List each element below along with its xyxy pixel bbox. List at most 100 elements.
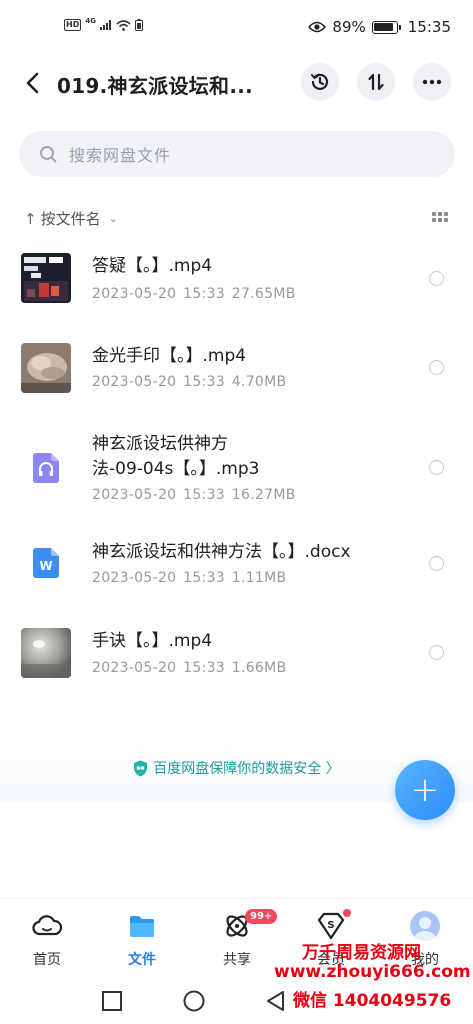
back-icon[interactable]	[265, 990, 287, 1012]
recent-apps-icon[interactable]	[101, 990, 123, 1012]
file-date: 2023-05-20	[92, 286, 177, 302]
file-row[interactable]: 手诀【。】.mp4 2023-05-20 15:33 1.66MB	[0, 625, 473, 685]
file-meta: 2023-05-20 15:33 1.66MB	[92, 660, 286, 676]
file-size: 27.65MB	[231, 286, 296, 302]
hd-indicator: HD	[64, 19, 82, 31]
security-note-text: 百度网盘保障你的数据安全 〉	[153, 761, 340, 777]
file-row[interactable]: W 神玄派设坛和供神方法【。】.docx 2023-05-20 15:33 1.…	[0, 538, 473, 598]
page-title: 019.神玄派设坛和...	[57, 74, 254, 98]
search-placeholder: 搜索网盘文件	[69, 146, 172, 165]
shield-icon	[134, 760, 148, 776]
watermark-line3: 微信 1404049576	[293, 991, 452, 1011]
home-icon[interactable]	[183, 990, 205, 1012]
tab-label: 首页	[33, 952, 61, 968]
file-date: 2023-05-20	[92, 374, 177, 390]
status-left: HD 4G	[64, 17, 143, 31]
network-label: 4G	[85, 17, 96, 25]
file-name: 金光手印【。】.mp4	[92, 346, 247, 366]
signal-icon	[99, 20, 111, 30]
file-name-line1: 神玄派设坛供神方	[92, 434, 228, 454]
avatar-icon	[410, 911, 440, 941]
history-icon	[311, 73, 329, 90]
select-radio[interactable]	[429, 556, 444, 571]
battery-icon	[371, 20, 401, 34]
history-button[interactable]	[301, 63, 339, 101]
grid-view-icon[interactable]	[432, 212, 448, 224]
more-icon	[422, 79, 442, 85]
header: 019.神玄派设坛和...	[0, 58, 473, 110]
tab-label: 文件	[128, 952, 156, 968]
file-time: 15:33	[183, 374, 225, 390]
vip-icon: S	[316, 911, 346, 941]
clock: 15:35	[407, 18, 451, 36]
plus-icon: +	[410, 770, 440, 810]
video-thumbnail	[21, 253, 71, 303]
watermark-line1: 万千周易资源网	[302, 943, 421, 963]
tab-home[interactable]: 首页	[7, 911, 87, 969]
sort-dropdown[interactable]: ↑ 按文件名 ⌄	[24, 208, 118, 229]
file-meta: 2023-05-20 15:33 16.27MB	[92, 487, 296, 503]
notification-badge: 99+	[245, 909, 278, 924]
file-time: 15:33	[183, 487, 225, 503]
file-meta: 2023-05-20 15:33 1.11MB	[92, 570, 286, 586]
sort-icon	[368, 73, 384, 91]
select-radio[interactable]	[429, 460, 444, 475]
back-button[interactable]	[18, 68, 46, 98]
chevron-down-icon: ⌄	[108, 212, 118, 225]
search-icon	[40, 146, 57, 163]
select-radio[interactable]	[429, 360, 444, 375]
back-arrow-icon	[26, 72, 39, 94]
thumbnail-image	[21, 253, 71, 303]
file-size: 1.11MB	[231, 570, 287, 586]
file-time: 15:33	[183, 286, 225, 302]
tab-files[interactable]: 文件	[102, 911, 182, 969]
sort-arrow-icon: ↑	[24, 209, 37, 228]
cloud-icon	[32, 911, 62, 941]
file-size: 16.27MB	[231, 487, 296, 503]
file-name-line2: 法-09-04s【。】.mp3	[92, 459, 260, 479]
phone-battery-icon	[134, 19, 143, 31]
thumbnail-image	[21, 628, 71, 678]
svg-text:W: W	[39, 559, 52, 573]
tab-share[interactable]: 99+ 共享	[197, 909, 278, 969]
tab-label: 共享	[223, 952, 251, 968]
add-button[interactable]: +	[395, 760, 455, 820]
battery-percent: 89%	[332, 18, 366, 36]
file-meta: 2023-05-20 15:33 27.65MB	[92, 286, 296, 302]
select-radio[interactable]	[429, 645, 444, 660]
svg-text:S: S	[327, 920, 334, 931]
status-right: 89% 15:35	[308, 18, 451, 36]
more-button[interactable]	[413, 63, 451, 101]
sort-button[interactable]	[357, 63, 395, 101]
file-row[interactable]: 金光手印【。】.mp4 2023-05-20 15:33 4.70MB	[0, 340, 473, 400]
notification-dot	[343, 909, 351, 917]
sort-label: 按文件名	[40, 210, 101, 228]
file-size: 4.70MB	[231, 374, 287, 390]
file-row[interactable]: 神玄派设坛供神方 法-09-04s【。】.mp3 2023-05-20 15:3…	[0, 430, 473, 510]
audio-file-icon	[33, 453, 59, 483]
search-input[interactable]: 搜索网盘文件	[19, 131, 455, 177]
file-date: 2023-05-20	[92, 487, 177, 503]
file-name: 答疑【。】.mp4	[92, 256, 213, 276]
video-thumbnail	[21, 628, 71, 678]
file-time: 15:33	[183, 570, 225, 586]
file-date: 2023-05-20	[92, 660, 177, 676]
folder-icon	[127, 911, 157, 941]
file-size: 1.66MB	[231, 660, 287, 676]
file-row[interactable]: 答疑【。】.mp4 2023-05-20 15:33 27.65MB	[0, 250, 473, 310]
video-thumbnail	[21, 343, 71, 393]
file-time: 15:33	[183, 660, 225, 676]
file-date: 2023-05-20	[92, 570, 177, 586]
status-bar: HD 4G 89% 15:35	[0, 0, 473, 56]
file-meta: 2023-05-20 15:33 4.70MB	[92, 374, 286, 390]
eye-icon	[308, 21, 327, 33]
file-name: 神玄派设坛和供神方法【。】.docx	[92, 542, 351, 562]
file-name: 神玄派设坛供神方 法-09-04s【。】.mp3	[92, 432, 412, 481]
word-file-icon: W	[33, 548, 59, 578]
file-name: 手诀【。】.mp4	[92, 631, 213, 651]
wifi-icon	[116, 19, 131, 31]
sort-bar: ↑ 按文件名 ⌄	[24, 206, 448, 230]
thumbnail-image	[21, 343, 71, 393]
select-radio[interactable]	[429, 271, 444, 286]
watermark-line2: www.zhouyi666.com	[274, 962, 471, 982]
